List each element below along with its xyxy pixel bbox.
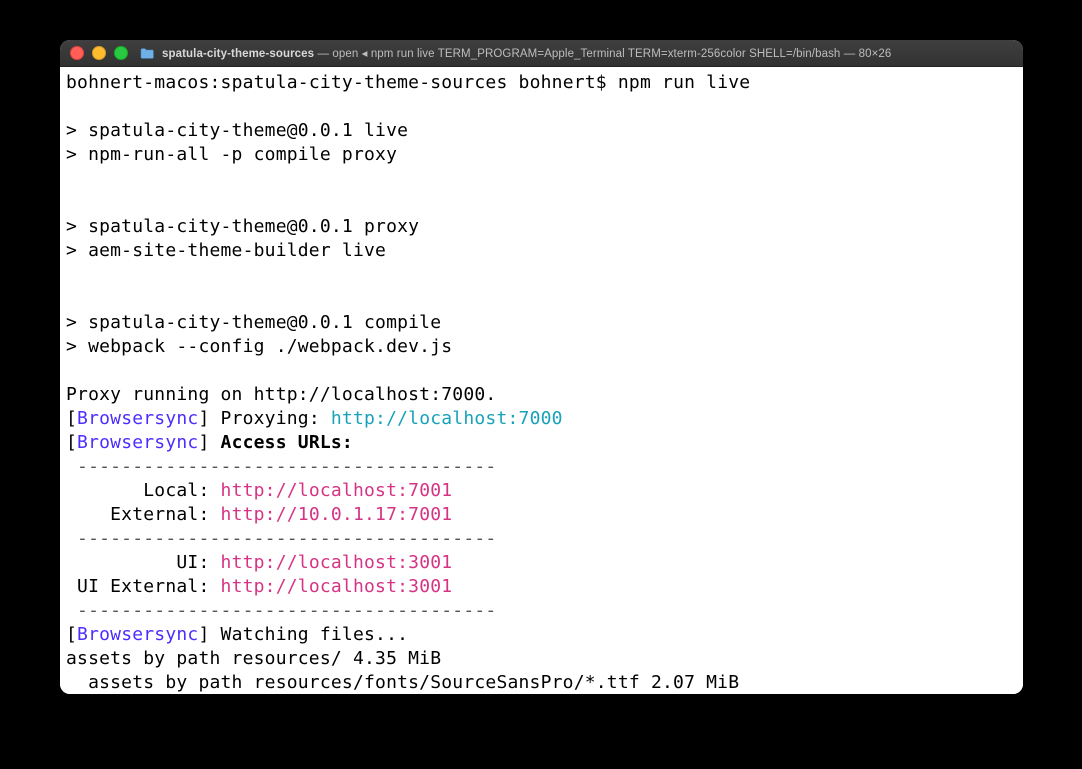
output-line: > spatula-city-theme@0.0.1 proxy <box>66 216 419 237</box>
divider: -------------------------------------- <box>66 456 496 477</box>
output-line: UI External: http://localhost:3001 <box>66 576 452 597</box>
local-url: http://localhost:7001 <box>221 480 453 501</box>
terminal-window: spatula-city-theme-sources — open ◂ npm … <box>60 40 1023 694</box>
output-line: UI: http://localhost:3001 <box>66 552 452 573</box>
output-line: [Browsersync] Watching files... <box>66 624 408 645</box>
divider: -------------------------------------- <box>66 600 496 621</box>
output-line: > webpack --config ./webpack.dev.js <box>66 336 452 357</box>
zoom-icon[interactable] <box>114 46 128 60</box>
typed-command: npm run live <box>618 72 750 93</box>
output-line: External: http://10.0.1.17:7001 <box>66 504 452 525</box>
output-line: assets by path resources/ 4.35 MiB <box>66 648 441 669</box>
ui-url: http://localhost:3001 <box>221 552 453 573</box>
window-controls <box>70 46 128 60</box>
output-line: > spatula-city-theme@0.0.1 live <box>66 120 408 141</box>
output-line: [Browsersync] Access URLs: <box>66 432 353 453</box>
output-line: Proxy running on http://localhost:7000. <box>66 384 496 405</box>
close-icon[interactable] <box>70 46 84 60</box>
ui-external-url: http://localhost:3001 <box>221 576 453 597</box>
titlebar[interactable]: spatula-city-theme-sources — open ◂ npm … <box>60 40 1023 67</box>
output-line: > aem-site-theme-builder live <box>66 240 386 261</box>
output-line: > npm-run-all -p compile proxy <box>66 144 397 165</box>
minimize-icon[interactable] <box>92 46 106 60</box>
folder-icon <box>140 48 154 59</box>
output-line: [Browsersync] Proxying: http://localhost… <box>66 408 563 429</box>
window-title: spatula-city-theme-sources — open ◂ npm … <box>162 46 1013 60</box>
output-line: assets by path resources/fonts/SourceSan… <box>66 672 739 693</box>
terminal-output[interactable]: bohnert-macos:spatula-city-theme-sources… <box>60 67 1023 694</box>
prompt: bohnert-macos:spatula-city-theme-sources… <box>66 72 607 93</box>
divider: -------------------------------------- <box>66 528 496 549</box>
output-line: > spatula-city-theme@0.0.1 compile <box>66 312 441 333</box>
proxy-url: http://localhost:7000 <box>331 408 563 429</box>
external-url: http://10.0.1.17:7001 <box>221 504 453 525</box>
output-line: Local: http://localhost:7001 <box>66 480 452 501</box>
